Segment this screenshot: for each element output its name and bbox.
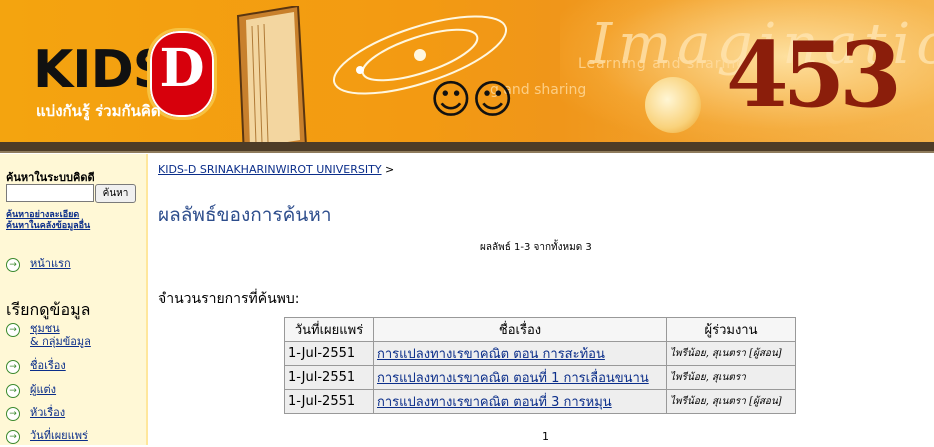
arrow-right-icon: →	[6, 258, 20, 272]
results-table: วันที่เผยแพร่ ชื่อเรื่อง ผู้ร่วมงาน 1-Ju…	[284, 317, 796, 414]
page-title: ผลลัพธ์ของการค้นหา	[158, 204, 332, 226]
row-contributors: ไพรีน้อย, สุเนตรา [ผู้สอน]	[666, 389, 796, 414]
arrow-right-icon: →	[6, 430, 20, 444]
table-header-row: วันที่เผยแพร่ ชื่อเรื่อง ผู้ร่วมงาน	[284, 317, 796, 342]
breadcrumb: KIDS-D SRINAKHARINWIROT UNIVERSITY >	[158, 163, 394, 176]
logo-d-letter: D	[159, 38, 205, 99]
row-title-cell: การแปลงทางเรขาคณิต ตอนที่ 3 การหมุน	[373, 389, 667, 414]
column-header-title: ชื่อเรื่อง	[373, 317, 667, 342]
book-illustration	[236, 6, 307, 142]
search-input[interactable]	[6, 184, 94, 202]
row-title-link[interactable]: การแปลงทางเรขาคณิต ตอนที่ 1 การเลื่อนขนา…	[377, 371, 649, 386]
logo-tagline: แบ่งกันรู้ ร่วมกันคิด	[36, 102, 161, 120]
nav-communities-label[interactable]: ชุมชน & กลุ่มข้อมูล	[30, 322, 91, 348]
row-date: 1-Jul-2551	[284, 365, 374, 390]
nav-home-label[interactable]: หน้าแรก	[30, 257, 71, 270]
nav-home[interactable]: → หน้าแรก	[6, 257, 71, 275]
nav-communities-line2[interactable]: & กลุ่มข้อมูล	[30, 335, 91, 348]
nav-dates[interactable]: → วันที่เผยแพร่	[6, 429, 88, 447]
row-contributors: ไพรีน้อย, สุเนตรา [ผู้สอน]	[666, 341, 796, 366]
nav-authors[interactable]: → ผู้แต่ง	[6, 383, 56, 401]
arrow-right-icon: →	[6, 384, 20, 398]
globe-icon	[645, 77, 701, 133]
row-title-link[interactable]: การแปลงทางเรขาคณิต ตอน การสะท้อน	[377, 347, 605, 362]
result-summary-text: ผลลัพธ์ 1-3 จากทั้งหมด 3	[480, 242, 592, 253]
nav-dates-label[interactable]: วันที่เผยแพร่	[30, 429, 88, 442]
site-banner: KIDS D แบ่งกันรู้ ร่วมกันคิด Imaginatio …	[0, 0, 934, 142]
nav-authors-label[interactable]: ผู้แต่ง	[30, 383, 56, 396]
nav-subjects[interactable]: → หัวเรื่อง	[6, 406, 65, 424]
table-row: 1-Jul-2551 การแปลงทางเรขาคณิต ตอนที่ 3 ก…	[284, 389, 796, 414]
table-row: 1-Jul-2551 การแปลงทางเรขาคณิต ตอนที่ 1 ก…	[284, 365, 796, 390]
column-header-contributors: ผู้ร่วมงาน	[666, 317, 796, 342]
arrow-right-icon: →	[6, 360, 20, 374]
row-title-cell: การแปลงทางเรขาคณิต ตอนที่ 1 การเลื่อนขนา…	[373, 365, 667, 390]
row-contributors: ไพรีน้อย, สุเนตรา	[666, 365, 796, 390]
other-repository-search-link[interactable]: ค้นหาในคลังข้อมูลอื่น	[6, 218, 90, 232]
nav-communities-line1[interactable]: ชุมชน	[30, 322, 60, 335]
breadcrumb-separator: >	[385, 163, 395, 176]
pagination-current-page: 1	[542, 430, 549, 443]
sidebar: ค้นหาในระบบคิดดี ค้นหา ค้นหาอย่างละเอียด…	[0, 154, 148, 445]
nav-communities[interactable]: → ชุมชน & กลุ่มข้อมูล	[6, 322, 91, 348]
search-button[interactable]: ค้นหา	[95, 184, 136, 203]
kids-figures-icon: ☺☺	[430, 77, 514, 123]
results-count-heading: จำนวนรายการที่ค้นพบ:	[158, 291, 300, 307]
arrow-right-icon: →	[6, 323, 20, 337]
row-date: 1-Jul-2551	[284, 341, 374, 366]
banner-faint-text-1: Learning and sharing	[578, 56, 747, 72]
nav-titles-label[interactable]: ชื่อเรื่อง	[30, 359, 66, 372]
browse-heading: เรียกดูข้อมูล	[6, 300, 91, 319]
banner-divider	[0, 142, 934, 151]
row-date: 1-Jul-2551	[284, 389, 374, 414]
breadcrumb-link-home[interactable]: KIDS-D SRINAKHARINWIROT UNIVERSITY	[158, 163, 382, 176]
numbers-graphic: 453	[726, 22, 902, 128]
banner-divider-thin	[0, 151, 934, 153]
table-row: 1-Jul-2551 การแปลงทางเรขาคณิต ตอน การสะท…	[284, 341, 796, 366]
column-header-date: วันที่เผยแพร่	[284, 317, 374, 342]
arrow-right-icon: →	[6, 407, 20, 421]
row-title-link[interactable]: การแปลงทางเรขาคณิต ตอนที่ 3 การหมุน	[377, 395, 612, 410]
row-title-cell: การแปลงทางเรขาคณิต ตอน การสะท้อน	[373, 341, 667, 366]
nav-subjects-label[interactable]: หัวเรื่อง	[30, 406, 65, 419]
nav-titles[interactable]: → ชื่อเรื่อง	[6, 359, 66, 377]
